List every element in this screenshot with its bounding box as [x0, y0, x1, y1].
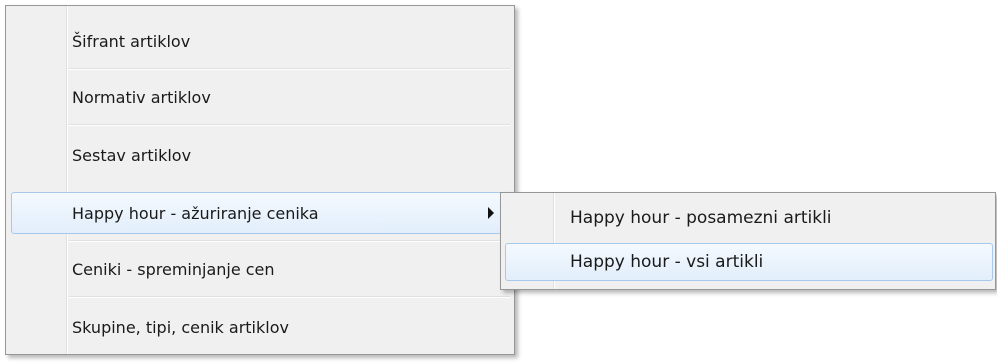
menu-separator	[69, 124, 510, 126]
menu-separator	[69, 296, 510, 298]
submenu-item-label: Happy hour - posamezni artikli	[570, 208, 832, 228]
menu-item-label: Happy hour - ažuriranje cenika	[72, 204, 319, 223]
menu-item-happy-hour-azuriranje-cenika[interactable]: Happy hour - ažuriranje cenika	[11, 192, 509, 234]
submenu-item-posamezni-artikli[interactable]: Happy hour - posamezni artikli	[505, 199, 993, 237]
submenu-item-label: Happy hour - vsi artikli	[570, 252, 764, 272]
menu-item-normativ-artiklov[interactable]: Normativ artiklov	[11, 76, 509, 118]
menu-item-skupine-tipi-cenik-artiklov[interactable]: Skupine, tipi, cenik artiklov	[11, 306, 509, 348]
menu-separator	[69, 68, 510, 70]
screen: Šifrant artiklov Normativ artiklov Sesta…	[0, 0, 997, 363]
context-menu: Šifrant artiklov Normativ artiklov Sesta…	[5, 5, 515, 355]
menu-item-label: Šifrant artiklov	[72, 32, 191, 51]
submenu-item-vsi-artikli[interactable]: Happy hour - vsi artikli	[505, 243, 993, 281]
menu-item-label: Normativ artiklov	[72, 88, 211, 107]
menu-item-label: Sestav artiklov	[72, 146, 192, 165]
menu-item-label: Ceniki - spreminjanje cen	[72, 260, 275, 279]
happy-hour-submenu: Happy hour - posamezni artikli Happy hou…	[500, 192, 996, 290]
menu-item-ceniki-spreminjanje-cen[interactable]: Ceniki - spreminjanje cen	[11, 248, 509, 290]
menu-item-sifrant-artiklov[interactable]: Šifrant artiklov	[11, 20, 509, 62]
chevron-right-icon	[488, 207, 494, 219]
menu-separator	[69, 240, 510, 242]
menu-item-sestav-artiklov[interactable]: Sestav artiklov	[11, 134, 509, 176]
menu-item-label: Skupine, tipi, cenik artiklov	[72, 318, 289, 337]
